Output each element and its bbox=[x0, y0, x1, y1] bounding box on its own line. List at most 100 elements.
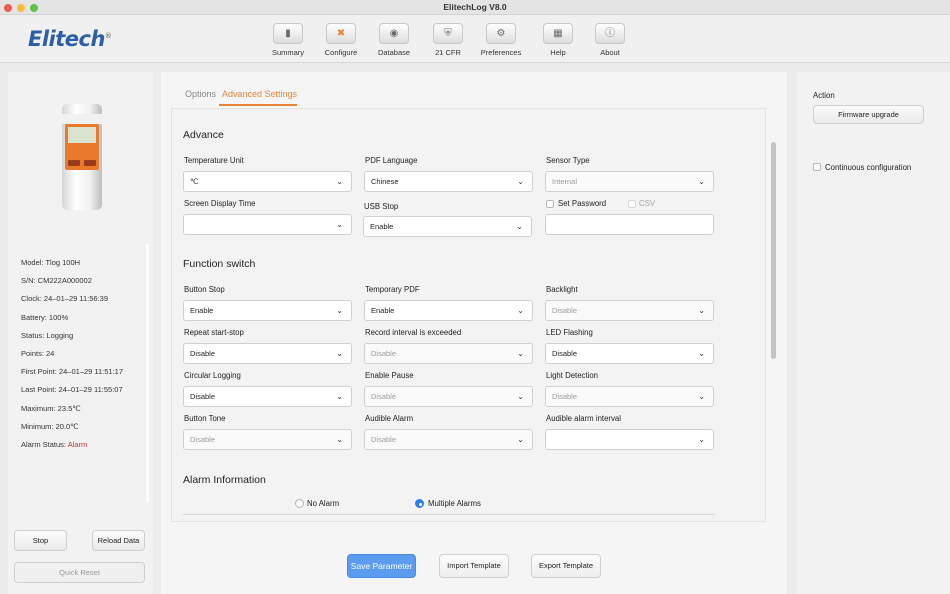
enable-pause-label: Enable Pause bbox=[365, 371, 414, 380]
csv-label: CSV bbox=[639, 199, 656, 208]
multiple-alarms-label: Multiple Alarms bbox=[428, 499, 481, 508]
chevron-down-icon: ⌄ bbox=[698, 392, 705, 401]
enable-pause-select[interactable]: Disable ⌄ bbox=[364, 386, 533, 407]
stop-button[interactable]: Stop bbox=[14, 530, 67, 551]
device-panel: Model: Tlog 100H S/N: CM222A000002 Clock… bbox=[8, 72, 153, 594]
window-title: ElitechLog V8.0 bbox=[443, 2, 507, 12]
chevron-down-icon: ⌄ bbox=[517, 306, 524, 315]
light-detection-select[interactable]: Disable ⌄ bbox=[545, 386, 714, 407]
temperature-unit-label: Temperature Unit bbox=[184, 156, 244, 165]
import-template-button[interactable]: Import Template bbox=[439, 554, 509, 578]
chevron-down-icon: ⌄ bbox=[517, 435, 524, 444]
continuous-configuration-checkbox[interactable] bbox=[813, 163, 821, 171]
chevron-down-icon: ⌄ bbox=[517, 392, 524, 401]
usb-stop-select[interactable]: Enable ⌄ bbox=[363, 216, 532, 237]
light-detection-label: Light Detection bbox=[546, 371, 599, 380]
multiple-alarms-radio[interactable] bbox=[415, 499, 424, 508]
alarm-status-value: Alarm bbox=[67, 439, 88, 449]
led-flashing-label: LED Flashing bbox=[546, 328, 593, 337]
repeat-start-stop-select[interactable]: Disable ⌄ bbox=[183, 343, 352, 364]
pdf-language-label: PDF Language bbox=[365, 156, 418, 165]
sensor-type-label: Sensor Type bbox=[546, 156, 590, 165]
continuous-configuration-label: Continuous configuration bbox=[825, 163, 912, 172]
alarm-information-heading: Alarm Information bbox=[183, 474, 266, 486]
chevron-down-icon: ⌄ bbox=[336, 177, 343, 186]
password-input[interactable] bbox=[545, 214, 714, 235]
button-stop-select[interactable]: Enable ⌄ bbox=[183, 300, 352, 321]
set-password-label: Set Password bbox=[558, 199, 607, 208]
quick-reset-button[interactable]: Quick Reset bbox=[14, 562, 145, 583]
main-toolbar: Elitech® ▮ Summary ✖ Configure ◉ Databas… bbox=[0, 15, 950, 63]
chevron-down-icon: ⌄ bbox=[517, 177, 524, 186]
toolbar-database-button[interactable]: ◉ Database bbox=[369, 23, 419, 57]
usb-stop-label: USB Stop bbox=[364, 202, 399, 211]
export-template-button[interactable]: Export Template bbox=[531, 554, 601, 578]
divider bbox=[183, 514, 715, 515]
chevron-down-icon: ⌄ bbox=[336, 392, 343, 401]
chevron-down-icon: ⌄ bbox=[698, 177, 705, 186]
elitech-logo: Elitech® bbox=[28, 27, 112, 51]
no-alarm-radio[interactable] bbox=[295, 499, 304, 508]
tab-advanced-settings[interactable]: Advanced Settings bbox=[222, 89, 297, 99]
reload-data-button[interactable]: Reload Data bbox=[92, 530, 145, 551]
chevron-down-icon: ⌄ bbox=[517, 349, 524, 358]
settings-scrollbar[interactable] bbox=[771, 142, 776, 359]
chevron-down-icon: ⌄ bbox=[336, 220, 343, 229]
info-clock: Clock: 24–01–29 11:56:39 bbox=[21, 294, 109, 304]
sensor-type-select[interactable]: Internal ⌄ bbox=[545, 171, 714, 192]
save-parameter-button[interactable]: Save Parameter bbox=[347, 554, 416, 578]
button-tone-label: Button Tone bbox=[184, 414, 226, 423]
summary-icon: ▮ bbox=[273, 23, 303, 44]
csv-checkbox[interactable] bbox=[628, 200, 636, 208]
toolbar-about-button[interactable]: ⓘ About bbox=[585, 23, 635, 57]
screen-display-time-select[interactable]: ⌄ bbox=[183, 214, 352, 235]
info-model: Model: Tlog 100H bbox=[21, 258, 81, 267]
pdf-language-select[interactable]: Chinese ⌄ bbox=[364, 171, 533, 192]
audible-alarm-select[interactable]: Disable ⌄ bbox=[364, 429, 533, 450]
action-heading: Action bbox=[813, 91, 835, 100]
toolbar-preferences-button[interactable]: ⚙ Preferences bbox=[476, 23, 526, 57]
title-bar: ElitechLog V8.0 bbox=[0, 0, 950, 15]
backlight-select[interactable]: Disable ⌄ bbox=[545, 300, 714, 321]
toolbar-configure-button[interactable]: ✖ Configure bbox=[316, 23, 366, 57]
tab-options[interactable]: Options bbox=[185, 89, 216, 99]
chevron-down-icon: ⌄ bbox=[516, 222, 523, 231]
chevron-down-icon: ⌄ bbox=[336, 435, 343, 444]
led-flashing-select[interactable]: Disable ⌄ bbox=[545, 343, 714, 364]
advance-heading: Advance bbox=[183, 129, 224, 141]
info-first-point: First Point: 24–01–29 11:51:17 bbox=[21, 367, 124, 377]
device-info: Model: Tlog 100H S/N: CM222A000002 Clock… bbox=[21, 258, 123, 458]
temperature-unit-select[interactable]: ℃ ⌄ bbox=[183, 171, 352, 192]
info-alarm-status: Alarm Status: Alarm bbox=[21, 439, 88, 449]
toolbar-help-button[interactable]: ▦ Help bbox=[533, 23, 583, 57]
database-icon: ◉ bbox=[379, 23, 409, 44]
screen-display-time-label: Screen Display Time bbox=[184, 199, 256, 208]
configure-panel: Options Advanced Settings Advance Temper… bbox=[161, 72, 787, 594]
function-switch-heading: Function switch bbox=[183, 258, 256, 270]
repeat-start-stop-label: Repeat start-stop bbox=[184, 328, 244, 337]
toolbar-21cfr-button[interactable]: ⛨ 21 CFR bbox=[423, 23, 473, 57]
active-tab-indicator bbox=[219, 104, 297, 106]
toolbar-summary-button[interactable]: ▮ Summary bbox=[263, 23, 313, 57]
chevron-down-icon: ⌄ bbox=[336, 349, 343, 358]
chevron-down-icon: ⌄ bbox=[698, 306, 705, 315]
info-battery: Battery: 100% bbox=[21, 312, 69, 322]
shield-icon: ⛨ bbox=[433, 23, 463, 44]
audible-alarm-interval-select[interactable]: ⌄ bbox=[545, 429, 714, 450]
tools-icon: ✖ bbox=[326, 23, 356, 44]
chevron-down-icon: ⌄ bbox=[698, 435, 705, 444]
chevron-down-icon: ⌄ bbox=[698, 349, 705, 358]
advanced-settings-card: Advance Temperature Unit ℃ ⌄ PDF Language… bbox=[171, 108, 776, 522]
no-alarm-label: No Alarm bbox=[307, 499, 340, 508]
circular-logging-label: Circular Logging bbox=[184, 371, 241, 380]
button-tone-select[interactable]: Disable ⌄ bbox=[183, 429, 352, 450]
record-interval-exceeded-select[interactable]: Disable ⌄ bbox=[364, 343, 533, 364]
info-last-point: Last Point: 24–01–29 11:55:07 bbox=[21, 385, 123, 395]
firmware-upgrade-button[interactable]: Firmware upgrade bbox=[813, 105, 924, 124]
temporary-pdf-select[interactable]: Enable ⌄ bbox=[364, 300, 533, 321]
set-password-checkbox[interactable] bbox=[546, 200, 554, 208]
left-panel-scrollbar[interactable] bbox=[146, 244, 149, 502]
action-panel: Action Firmware upgrade Continuous confi… bbox=[797, 72, 950, 594]
circular-logging-select[interactable]: Disable ⌄ bbox=[183, 386, 352, 407]
info-status: Status: Logging bbox=[21, 330, 74, 340]
